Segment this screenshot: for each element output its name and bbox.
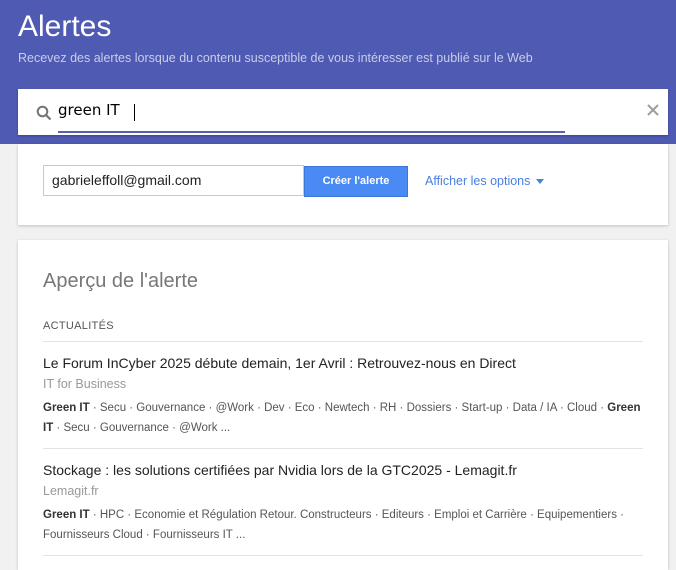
alert-preview-card: Aperçu de l'alerte ACTUALITÉS Le Forum I… [18, 240, 668, 570]
show-options-label: Afficher les options [425, 174, 531, 188]
divider [43, 341, 643, 342]
news-source: IT for Business [43, 377, 127, 391]
preview-title: Aperçu de l'alerte [43, 270, 199, 292]
text-cursor [134, 104, 135, 121]
snippet-text: · Secu · Gouvernance · @Work · Dev · Eco… [89, 402, 608, 414]
snippet-text: · HPC · Economie et Régulation Retour. C… [43, 509, 624, 541]
highlight-term: Green IT [43, 402, 90, 414]
search-input[interactable] [58, 99, 598, 121]
chevron-down-icon [536, 179, 545, 185]
news-snippet: Green IT · Secu · Gouvernance · @Work · … [43, 398, 643, 438]
show-options-link[interactable]: Afficher les options [425, 174, 545, 188]
news-item: Stockage : les solutions certifiées par … [43, 461, 643, 545]
search-box[interactable] [18, 89, 668, 135]
close-icon[interactable] [646, 103, 660, 117]
divider [43, 555, 643, 556]
news-title[interactable]: Le Forum InCyber 2025 débute demain, 1er… [43, 354, 643, 372]
page-subtitle: Recevez des alertes lorsque du contenu s… [18, 51, 533, 65]
news-item: Le Forum InCyber 2025 débute demain, 1er… [43, 354, 643, 438]
news-title[interactable]: Stockage : les solutions certifiées par … [43, 461, 643, 479]
page-title: Alertes [18, 10, 112, 43]
divider [43, 448, 643, 449]
news-snippet: Green IT · HPC · Economie et Régulation … [43, 505, 643, 545]
highlight-term: Green IT [43, 509, 90, 521]
section-label: ACTUALITÉS [43, 320, 114, 332]
snippet-text: · Secu · Gouvernance · @Work ... [53, 422, 231, 434]
create-alert-button[interactable]: Créer l'alerte [304, 166, 408, 197]
search-icon [36, 105, 52, 121]
alert-options-card: gabrieleffoll@gmail.com Créer l'alerte A… [18, 144, 668, 225]
news-source: Lemagit.fr [43, 484, 99, 498]
search-underline [58, 131, 565, 133]
email-field[interactable]: gabrieleffoll@gmail.com [43, 165, 304, 196]
